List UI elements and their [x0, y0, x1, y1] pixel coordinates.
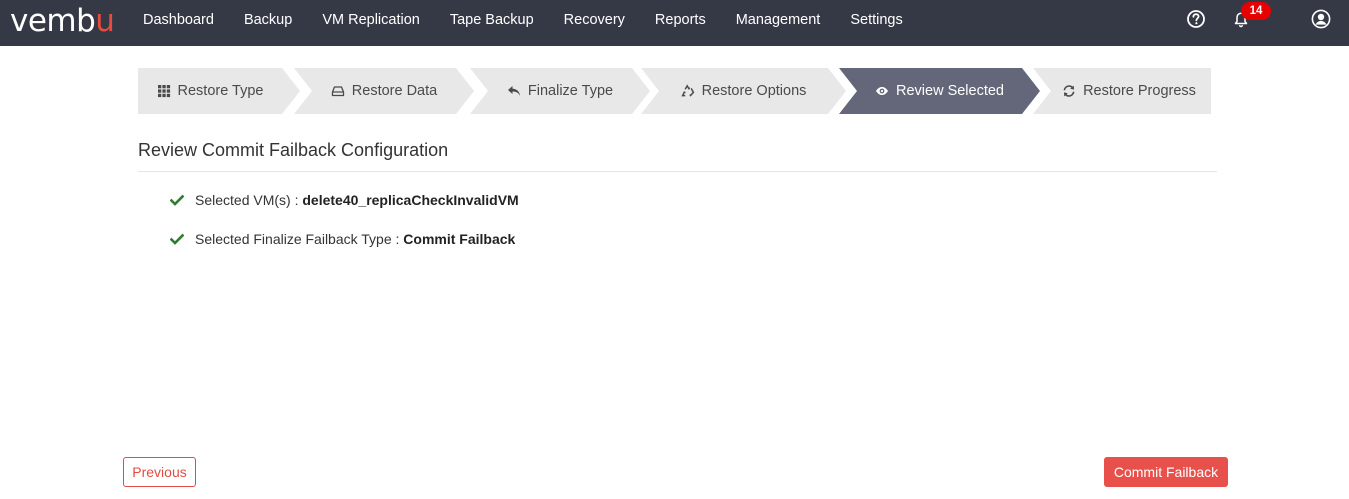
check-icon [170, 233, 184, 245]
wizard-step-restore-progress[interactable]: Restore Progress [1033, 68, 1211, 114]
help-icon[interactable] [1186, 9, 1206, 29]
nav-tape-backup[interactable]: Tape Backup [435, 0, 549, 40]
vembu-logo[interactable]: vembu [10, 4, 115, 38]
nav-reports[interactable]: Reports [640, 0, 721, 40]
summary-selected-vms: Selected VM(s) : delete40_replicaCheckIn… [170, 192, 519, 208]
user-icon[interactable] [1311, 9, 1331, 29]
wizard-step-restore-options[interactable]: Restore Options [641, 68, 846, 114]
nav-backup[interactable]: Backup [229, 0, 307, 40]
wizard-step-review-selected[interactable]: Review Selected [839, 68, 1040, 114]
nav-vm-replication[interactable]: VM Replication [307, 0, 435, 40]
summary-value: delete40_replicaCheckInvalidVM [302, 192, 519, 208]
summary-failback-type: Selected Finalize Failback Type : Commit… [170, 231, 515, 247]
summary-label: Selected VM(s) : [195, 192, 303, 208]
wizard-step-finalize-type[interactable]: Finalize Type [470, 68, 650, 114]
review-section-title: Review Commit Failback Configuration [138, 140, 449, 160]
notification-count-badge[interactable]: 14 [1241, 2, 1271, 20]
recycle-icon [680, 84, 694, 97]
main-nav-menu: Dashboard Backup VM Replication Tape Bac… [128, 0, 918, 46]
reply-icon [507, 86, 520, 96]
refresh-icon [1063, 85, 1075, 97]
step-label: Review Selected [896, 83, 1004, 99]
top-navbar: vembu Dashboard Backup VM Replication Ta… [0, 0, 1349, 46]
wizard-step-restore-data[interactable]: Restore Data [294, 68, 474, 114]
step-label: Restore Progress [1083, 83, 1196, 99]
nav-recovery[interactable]: Recovery [549, 0, 640, 40]
section-divider [138, 171, 1217, 172]
eye-icon [876, 87, 888, 95]
check-icon [170, 194, 184, 206]
commit-failback-button[interactable]: Commit Failback [1104, 457, 1228, 487]
step-label: Finalize Type [527, 83, 614, 99]
summary-label: Selected Finalize Failback Type : [195, 231, 404, 247]
drive-icon [331, 86, 344, 97]
summary-value: Commit Failback [403, 231, 516, 247]
restore-wizard-steps: Restore Type Restore Data Finalize Type … [138, 68, 1211, 114]
step-label: Restore Options [701, 83, 807, 99]
wizard-step-restore-type[interactable]: Restore Type [138, 68, 300, 114]
nav-management[interactable]: Management [721, 0, 836, 40]
nav-settings[interactable]: Settings [835, 0, 917, 40]
previous-button[interactable]: Previous [123, 457, 196, 487]
step-label: Restore Data [351, 83, 438, 99]
nav-dashboard[interactable]: Dashboard [128, 0, 229, 40]
grid-icon [157, 85, 170, 98]
step-label: Restore Type [177, 83, 264, 99]
